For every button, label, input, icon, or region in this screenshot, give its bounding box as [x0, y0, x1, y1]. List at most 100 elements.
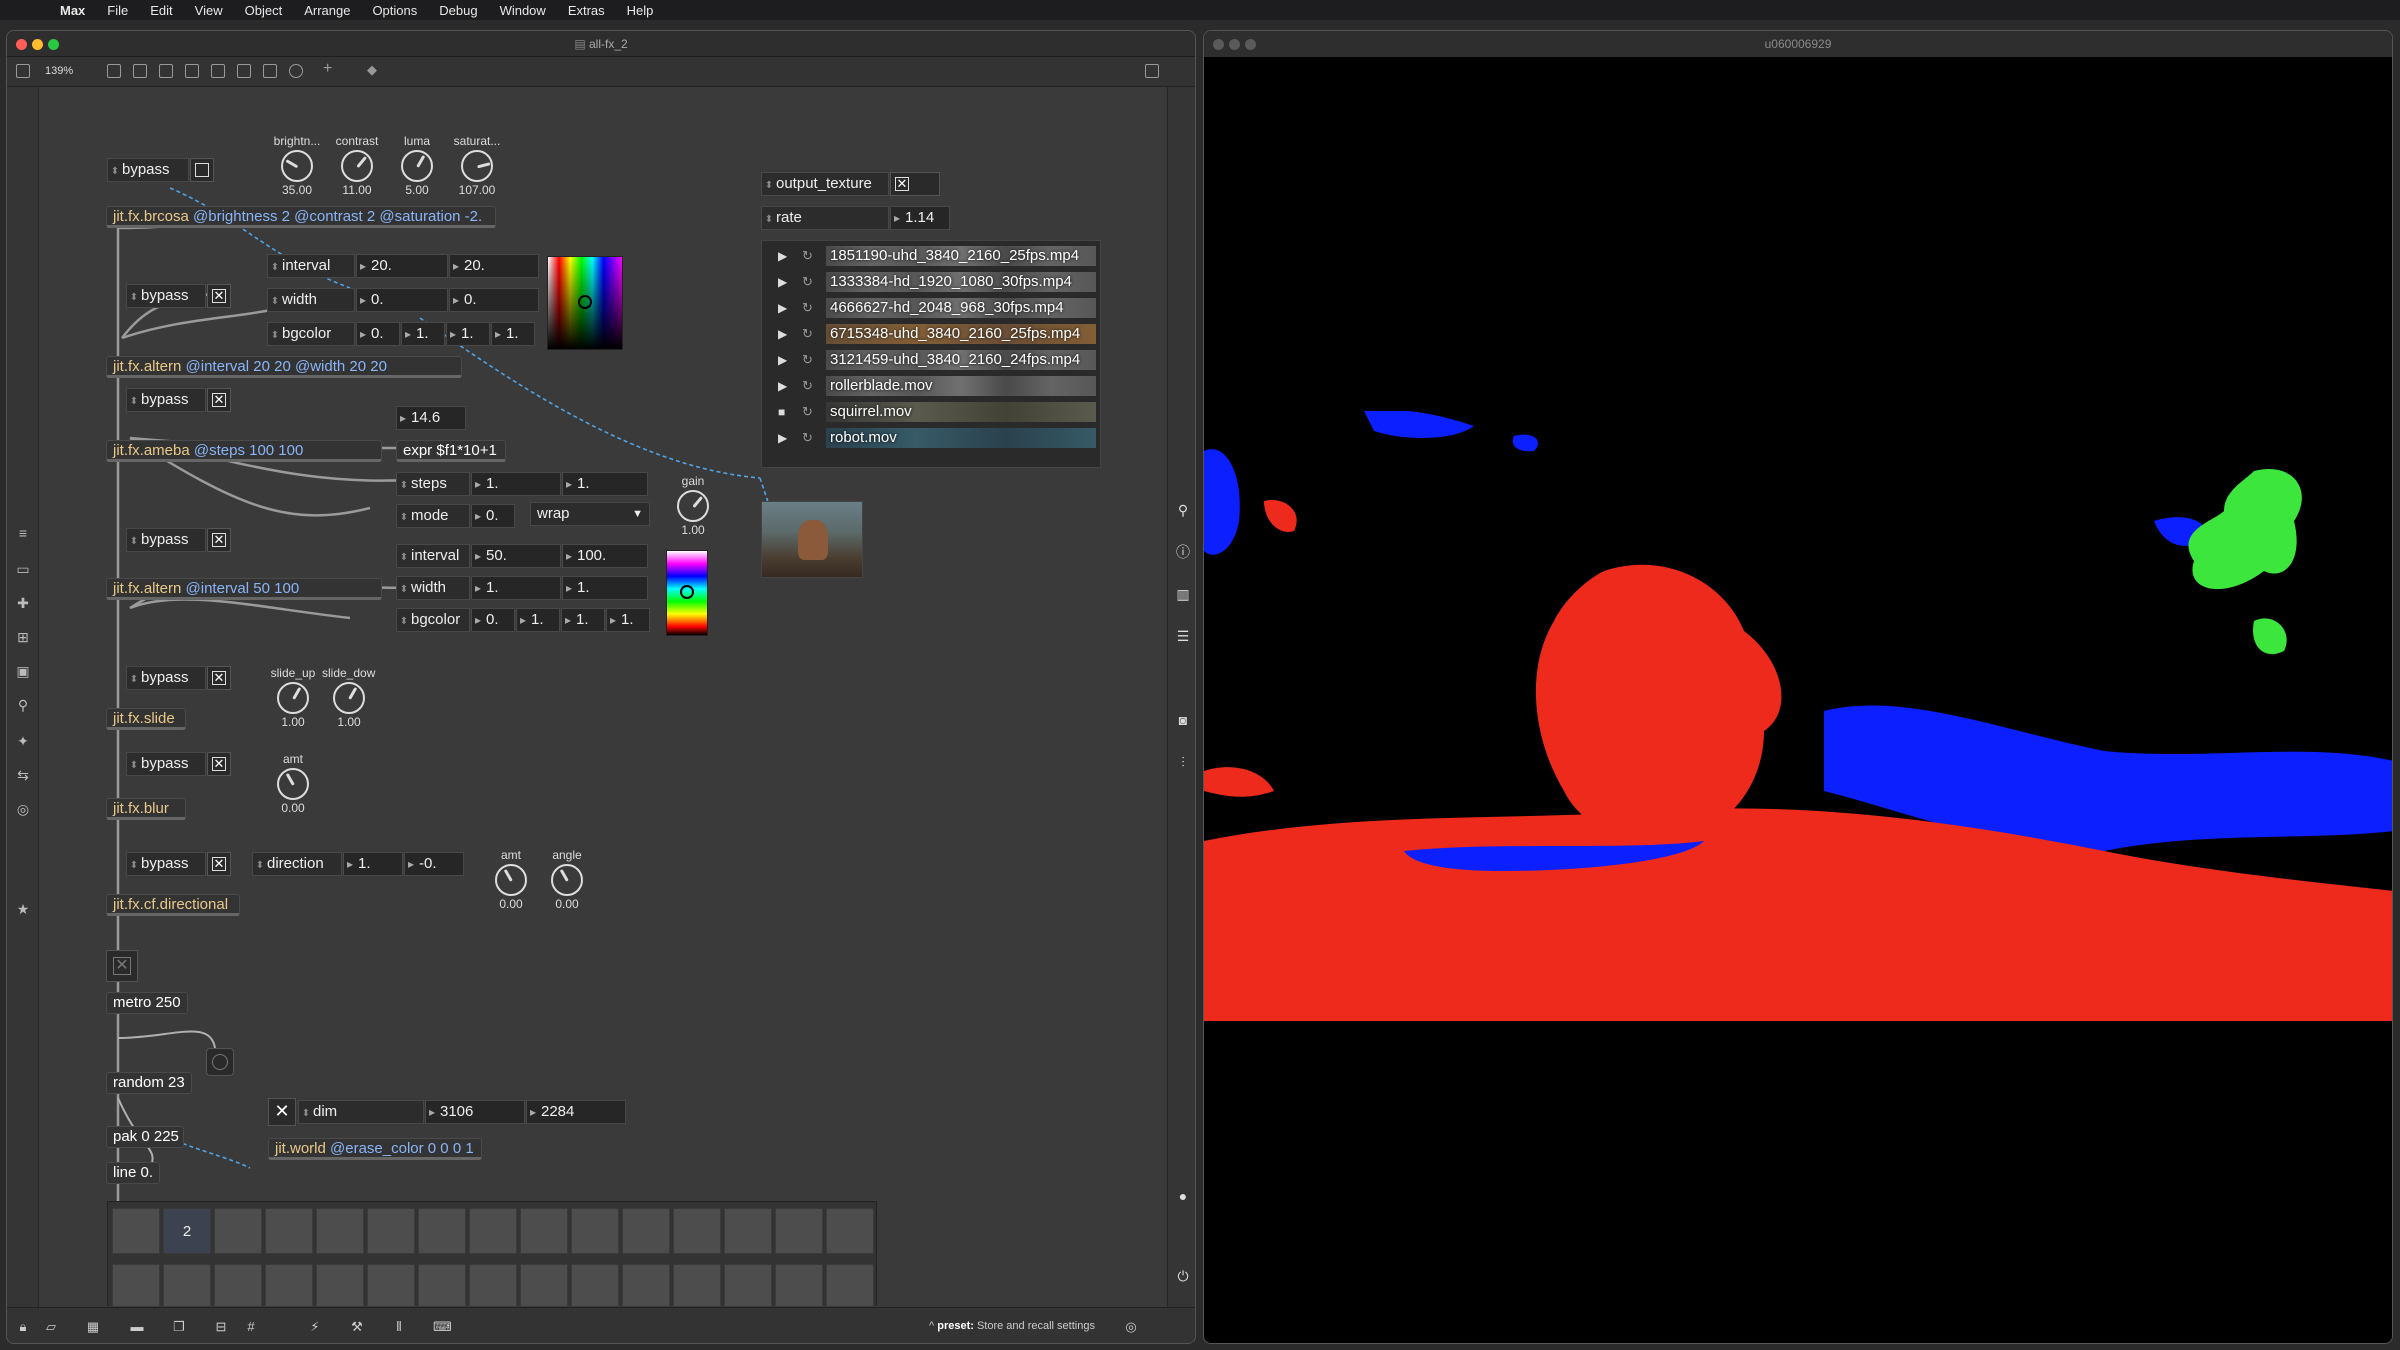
jit-fx-altern-object-1[interactable]: jit.fx.altern @interval 20 20 @width 20 … — [106, 356, 462, 378]
info-icon[interactable]: ⓘ — [1174, 543, 1192, 561]
inspector-icon[interactable]: ▭ — [15, 561, 31, 577]
grid-cell[interactable] — [316, 1208, 364, 1254]
loop-icon[interactable]: ↻ — [802, 347, 813, 373]
grid-cell[interactable] — [673, 1264, 721, 1306]
random-object[interactable]: random 23 — [106, 1072, 192, 1094]
bypass-attr-4[interactable]: ⬍ bypass — [126, 528, 206, 552]
dim-value-height[interactable]: 2284 — [526, 1100, 626, 1124]
playlist-item[interactable]: ▶ ↻ 1851190-uhd_3840_2160_25fps.mp4 — [762, 243, 1100, 269]
output-texture-toggle[interactable]: ✕ — [890, 172, 940, 196]
menu-options[interactable]: Options — [372, 3, 417, 18]
new-comment-icon[interactable] — [159, 64, 173, 78]
direction-attr[interactable]: ⬍ direction — [252, 852, 342, 876]
output-texture-attr[interactable]: ⬍ output_texture — [761, 172, 889, 196]
new-slider-icon[interactable] — [263, 64, 277, 78]
grid-cell-selected[interactable]: 2 — [163, 1208, 211, 1254]
loop-icon[interactable]: ↻ — [802, 321, 813, 347]
grid-cell[interactable] — [367, 1264, 415, 1306]
directional-amt-dial[interactable]: amt 0.00 — [484, 848, 538, 911]
link-icon[interactable]: ⚲ — [15, 697, 31, 713]
debug-icon[interactable]: ⊟ — [213, 1319, 229, 1335]
slide-down-dial[interactable]: slide_down1.00 — [322, 666, 376, 729]
menu-object[interactable]: Object — [245, 3, 283, 18]
presentation-icon[interactable]: ▱ — [43, 1319, 59, 1335]
close-window-button[interactable] — [16, 39, 27, 50]
columns-icon[interactable]: ▥ — [1174, 585, 1192, 603]
bypass-attr-6[interactable]: ⬍ bypass — [126, 752, 206, 776]
menu-debug[interactable]: Debug — [439, 3, 477, 18]
playlist-item[interactable]: ▶ ↻ 3121459-uhd_3840_2160_24fps.mp4 — [762, 347, 1100, 373]
preset-status[interactable]: ^ preset: Store and recall settings — [929, 1320, 1095, 1332]
play-icon[interactable]: ▶ — [778, 347, 787, 373]
package-icon[interactable]: ✦ — [15, 733, 31, 749]
bgcolor-2-r[interactable]: 0. — [471, 608, 515, 632]
grid-cell[interactable] — [826, 1264, 874, 1306]
brightness-dial[interactable]: brightn... 35.00 — [270, 134, 324, 197]
grid-cell[interactable] — [112, 1264, 160, 1306]
grid-cell[interactable] — [724, 1264, 772, 1306]
interval-attr-2[interactable]: ⬍ interval — [396, 544, 470, 568]
loop-icon[interactable]: ↻ — [802, 295, 813, 321]
play-icon[interactable]: ▶ — [778, 243, 787, 269]
grid-cell[interactable] — [724, 1208, 772, 1254]
contrast-dial[interactable]: contrast 11.00 — [330, 134, 384, 197]
play-icon[interactable]: ▶ — [778, 295, 787, 321]
width-2-value-a[interactable]: 1. — [471, 576, 561, 600]
direction-value-b[interactable]: -0. — [404, 852, 464, 876]
grid-cell[interactable] — [622, 1208, 670, 1254]
steps-value-a[interactable]: 1. — [471, 472, 561, 496]
play-icon[interactable]: ▶ — [778, 269, 787, 295]
wrench-icon[interactable]: ⚒︎ — [349, 1319, 365, 1335]
loop-icon[interactable]: ↻ — [802, 269, 813, 295]
mode-attr[interactable]: ⬍ mode — [396, 504, 470, 528]
keyboard-icon[interactable]: ⌨︎ — [433, 1319, 452, 1335]
meters-icon[interactable]: ⦀ — [391, 1319, 407, 1335]
bypass-attr-5[interactable]: ⬍ bypass — [126, 666, 206, 690]
sidebar-toggle-icon[interactable] — [16, 64, 30, 78]
grid-cell[interactable] — [520, 1208, 568, 1254]
slide-up-dial[interactable]: slide_up 1.00 — [266, 666, 320, 729]
minimize-window-button[interactable] — [1229, 39, 1240, 50]
bgcolor-2-g[interactable]: 1. — [516, 608, 560, 632]
power-icon[interactable]: ⏻ — [1174, 1267, 1192, 1285]
interval-attr-1[interactable]: ⬍ interval — [267, 254, 355, 278]
new-object-icon[interactable] — [107, 64, 121, 78]
expr-input-number[interactable]: 14.6 — [396, 406, 466, 430]
list-icon[interactable]: ☰ — [1174, 627, 1192, 645]
playlist-item[interactable]: ■ ↻ squirrel.mov — [762, 399, 1100, 425]
grid-cell[interactable] — [265, 1208, 313, 1254]
search-icon[interactable]: ⚲ — [1174, 501, 1192, 519]
metro-toggle[interactable]: ✕ — [106, 950, 138, 982]
comment-icon[interactable]: ▬ — [129, 1319, 145, 1335]
close-window-button[interactable] — [1213, 39, 1224, 50]
grid-cell[interactable] — [265, 1264, 313, 1306]
loop-icon[interactable]: ↻ — [802, 425, 813, 451]
play-icon[interactable]: ▶ — [778, 425, 787, 451]
loop-icon[interactable]: ↻ — [802, 243, 813, 269]
saturation-dial[interactable]: saturat... 107.00 — [450, 134, 504, 197]
pak-object[interactable]: pak 0 225 — [106, 1126, 184, 1148]
playlist-item[interactable]: ▶ ↻ robot.mov — [762, 425, 1100, 451]
jit-fx-cf-directional-object[interactable]: jit.fx.cf.directional — [106, 894, 240, 916]
grid-cell[interactable] — [214, 1208, 262, 1254]
directional-angle-dial[interactable]: angle 0.00 — [540, 848, 594, 911]
color-picker-1[interactable] — [547, 256, 623, 350]
menu-edit[interactable]: Edit — [150, 3, 172, 18]
grid-cell[interactable] — [112, 1208, 160, 1254]
direction-value-a[interactable]: 1. — [343, 852, 403, 876]
menu-help[interactable]: Help — [627, 3, 654, 18]
playlist-item[interactable]: ▶ ↻ 1333384-hd_1920_1080_30fps.mp4 — [762, 269, 1100, 295]
bgcolor-2-b[interactable]: 1. — [561, 608, 605, 632]
rate-attr[interactable]: ⬍ rate — [761, 206, 889, 230]
paint-icon[interactable]: ◆ — [367, 62, 381, 77]
playlist[interactable]: ▶ ↻ 1851190-uhd_3840_2160_25fps.mp4 ▶ ↻ 1333… — [761, 240, 1101, 468]
grid-cell[interactable] — [469, 1264, 517, 1306]
bypass-toggle-4[interactable]: ✕ — [207, 528, 231, 552]
zoom-window-button[interactable] — [1245, 39, 1256, 50]
grid-cell[interactable] — [673, 1208, 721, 1254]
playlist-item[interactable]: ▶ ↻ rollerblade.mov — [762, 373, 1100, 399]
grid-cell[interactable] — [775, 1208, 823, 1254]
grid-cell[interactable] — [469, 1208, 517, 1254]
image-icon[interactable]: ▣ — [15, 663, 31, 679]
blur-amt-dial[interactable]: amt 0.00 — [266, 752, 320, 815]
